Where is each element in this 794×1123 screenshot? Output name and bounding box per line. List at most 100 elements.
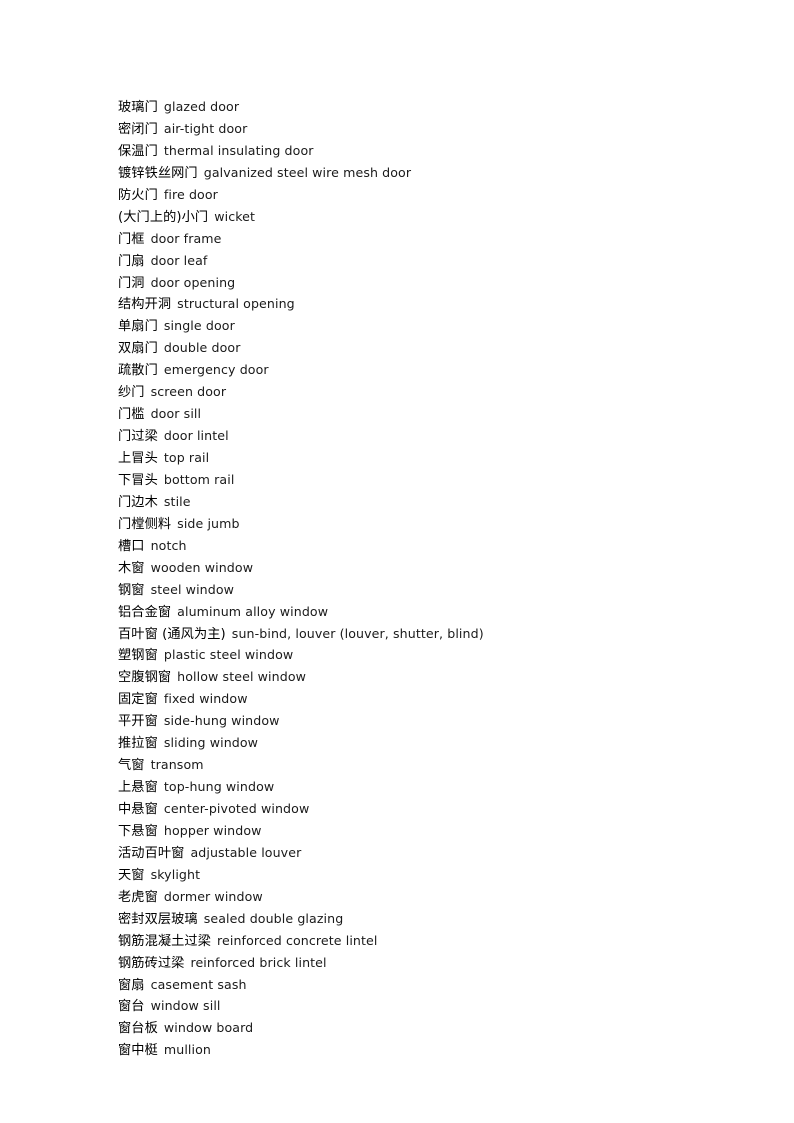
glossary-term: 空腹钢窗	[118, 670, 172, 686]
glossary-term: 老虎窗	[118, 889, 158, 905]
glossary-gloss: galvanized steel wire mesh door	[203, 164, 412, 180]
glossary-entry: 下悬窗 hopper window	[118, 821, 738, 843]
glossary-gloss: skylight	[150, 866, 201, 882]
glossary-gloss: fire door	[163, 186, 218, 202]
glossary-term: 钢筋砖过梁	[118, 955, 185, 971]
glossary-term: 密封双层玻璃	[118, 911, 198, 927]
glossary-entry: 密闭门 air-tight door	[118, 119, 738, 141]
glossary-gloss: top-hung window	[163, 779, 275, 795]
glossary-entry: 结构开洞 structural opening	[118, 294, 738, 316]
glossary-gloss: adjustable louver	[190, 844, 302, 860]
glossary-term: 窗扇	[118, 977, 145, 993]
glossary-term: 塑钢窗	[118, 648, 158, 664]
glossary-entry: 上悬窗 top-hung window	[118, 777, 738, 799]
glossary-entry: 槽口 notch	[118, 536, 738, 558]
glossary-gloss: sealed double glazing	[203, 910, 344, 926]
glossary-entry: 镀锌铁丝网门 galvanized steel wire mesh door	[118, 163, 738, 185]
glossary-term: 钢窗	[118, 582, 145, 598]
glossary-entry: 钢窗 steel window	[118, 580, 738, 602]
glossary-gloss: stile	[163, 493, 191, 509]
glossary-term: 疏散门	[118, 363, 158, 379]
glossary-term: 木窗	[118, 560, 145, 576]
glossary-gloss: thermal insulating door	[163, 142, 314, 158]
glossary-entry: 空腹钢窗 hollow steel window	[118, 667, 738, 689]
glossary-entry: 固定窗 fixed window	[118, 689, 738, 711]
glossary-gloss: center-pivoted window	[163, 801, 310, 816]
glossary-entry: 铝合金窗 aluminum alloy window	[118, 602, 738, 624]
glossary-term: 保温门	[118, 143, 158, 159]
glossary-term: 玻璃门	[118, 100, 158, 115]
glossary-gloss: steel window	[150, 581, 235, 597]
glossary-entry: 门边木 stile	[118, 492, 738, 514]
glossary-term: 上悬窗	[118, 780, 158, 796]
glossary-term: 下悬窗	[118, 823, 158, 839]
glossary-term: 门樘侧料	[118, 516, 172, 532]
glossary-term: 窗台	[118, 999, 145, 1015]
glossary-gloss: wooden window	[150, 559, 254, 575]
glossary-gloss: notch	[150, 537, 187, 553]
glossary-gloss: aluminum alloy window	[177, 603, 329, 619]
glossary-term: 钢筋混凝土过梁	[118, 933, 212, 949]
glossary-gloss: fixed window	[163, 691, 248, 707]
glossary-entry: 气窗 transom	[118, 755, 738, 777]
glossary-gloss: mullion	[163, 1042, 212, 1058]
glossary-gloss: structural opening	[177, 296, 295, 312]
glossary-gloss: window sill	[150, 998, 221, 1014]
glossary-entry: 木窗 wooden window	[118, 558, 738, 580]
glossary-entry: 窗扇 casement sash	[118, 975, 738, 997]
glossary-gloss: wicket	[214, 208, 256, 224]
glossary-gloss: dormer window	[163, 888, 263, 904]
glossary-term: 单扇门	[118, 319, 158, 335]
glossary-term: 气窗	[118, 758, 145, 774]
glossary-entry: (大门上的)小门 wicket	[118, 207, 738, 229]
glossary-gloss: plastic steel window	[163, 647, 294, 663]
glossary-term: 百叶窗 (通风为主)	[118, 626, 226, 642]
glossary-entry: 门扇 door leaf	[118, 251, 738, 273]
glossary-entry: 单扇门 single door	[118, 316, 738, 338]
glossary-gloss: window board	[163, 1020, 254, 1036]
glossary-entry: 门槛 door sill	[118, 404, 738, 426]
glossary-gloss: double door	[163, 340, 241, 356]
glossary-term: 防火门	[118, 187, 158, 203]
glossary-entry: 双扇门 double door	[118, 338, 738, 360]
glossary-gloss: hopper window	[163, 822, 262, 838]
glossary-entry: 门洞 door opening	[118, 273, 738, 295]
glossary-entry: 门框 door frame	[118, 229, 738, 251]
glossary-entry: 纱门 screen door	[118, 382, 738, 404]
glossary-gloss: reinforced brick lintel	[190, 954, 327, 970]
glossary-entry: 上冒头 top rail	[118, 448, 738, 470]
glossary-gloss: emergency door	[163, 362, 269, 378]
glossary-gloss: side-hung window	[163, 713, 280, 729]
glossary-entry: 门过梁 door lintel	[118, 426, 738, 448]
glossary-entry: 塑钢窗 plastic steel window	[118, 645, 738, 667]
glossary-term: 镀锌铁丝网门	[118, 165, 198, 181]
glossary-entry: 活动百叶窗 adjustable louver	[118, 843, 738, 865]
glossary-entry: 钢筋砖过梁 reinforced brick lintel	[118, 953, 738, 975]
glossary-entry: 密封双层玻璃 sealed double glazing	[118, 909, 738, 931]
glossary-entry: 天窗 skylight	[118, 865, 738, 887]
glossary-entry: 中悬窗 center-pivoted window	[118, 799, 738, 821]
glossary-gloss: transom	[150, 757, 204, 773]
glossary-gloss: air-tight door	[163, 120, 248, 136]
glossary-gloss: sun-bind, louver (louver, shutter, blind…	[231, 625, 484, 641]
glossary-term: 门边木	[118, 494, 158, 510]
glossary-entry: 下冒头 bottom rail	[118, 470, 738, 492]
glossary-term: 门框	[118, 231, 145, 247]
glossary-entry: 玻璃门 glazed door	[118, 97, 738, 119]
glossary-gloss: reinforced concrete lintel	[217, 932, 378, 948]
glossary-list: 玻璃门 glazed door 密闭门 air-tight door 保温门 therma…	[118, 97, 738, 1062]
glossary-gloss: door opening	[150, 274, 236, 290]
glossary-gloss: glazed door	[163, 99, 240, 114]
glossary-term: 门洞	[118, 275, 145, 291]
glossary-gloss: door lintel	[163, 428, 229, 444]
glossary-entry: 窗台 window sill	[118, 996, 738, 1018]
glossary-term: 槽口	[118, 538, 145, 554]
glossary-entry: 保温门 thermal insulating door	[118, 141, 738, 163]
glossary-term: 活动百叶窗	[118, 845, 185, 861]
glossary-term: 门过梁	[118, 429, 158, 445]
glossary-gloss: single door	[163, 318, 235, 334]
glossary-term: 铝合金窗	[118, 604, 172, 620]
glossary-gloss: side jumb	[177, 515, 240, 531]
glossary-entry: 平开窗 side-hung window	[118, 711, 738, 733]
glossary-gloss: casement sash	[150, 976, 247, 992]
